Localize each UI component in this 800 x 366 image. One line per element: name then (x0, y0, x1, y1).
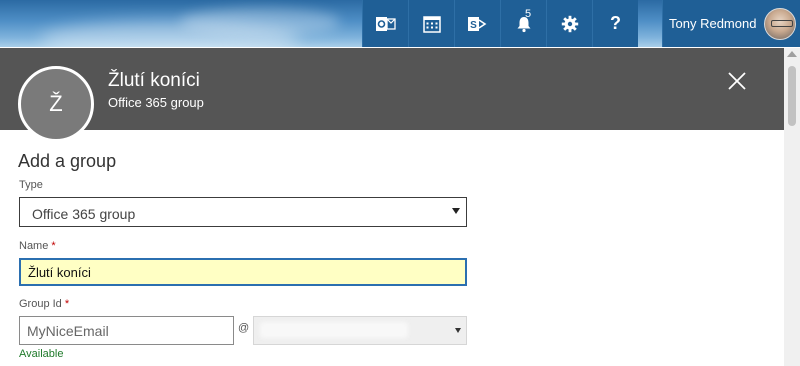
at-sign: @ (238, 322, 250, 334)
settings-button[interactable] (546, 0, 592, 47)
avatar (764, 7, 797, 40)
scroll-thumb[interactable] (788, 66, 796, 126)
redacted-domain (260, 322, 408, 338)
user-menu[interactable]: Tony Redmond (662, 0, 800, 47)
form-heading: Add a group (18, 151, 117, 171)
notifications-button[interactable]: 5 (500, 0, 546, 47)
name-input[interactable]: Žlutí koníci (19, 258, 467, 286)
type-label: Type (19, 179, 43, 191)
domain-select[interactable] (253, 316, 467, 345)
close-icon (726, 72, 748, 96)
required-marker: * (51, 240, 56, 252)
calendar-icon (422, 15, 441, 33)
dropdown-arrow-icon (452, 208, 460, 214)
group-id-placeholder: MyNiceEmail (27, 323, 109, 339)
scroll-up-arrow-icon[interactable] (787, 51, 797, 57)
type-select[interactable]: Office 365 group (19, 197, 467, 227)
type-select-value: Office 365 group (32, 206, 136, 222)
availability-status: Available (19, 348, 64, 360)
sky-cloud (180, 8, 340, 36)
name-label: Name * (19, 240, 56, 252)
calendar-button[interactable] (408, 0, 454, 47)
help-icon: ? (610, 13, 621, 33)
gear-icon (561, 15, 579, 33)
scrollbar[interactable] (784, 48, 800, 366)
name-label-text: Name (19, 240, 49, 252)
suite-bar: S 5 ? Tony Redmond (0, 0, 800, 47)
suite-icons: S 5 ? (362, 0, 638, 47)
group-avatar: Ž (18, 66, 94, 142)
group-id-label: Group Id * (19, 298, 69, 310)
user-name: Tony Redmond (669, 16, 757, 31)
panel-subtitle: Office 365 group (108, 95, 204, 110)
dropdown-arrow-icon (455, 328, 461, 333)
svg-text:S: S (470, 20, 477, 31)
required-marker: * (64, 298, 70, 310)
name-input-value: Žlutí koníci (28, 265, 91, 280)
notification-count-badge: 5 (525, 8, 532, 20)
group-id-label-text: Group Id (19, 298, 62, 310)
panel-title: Žlutí koníci (108, 70, 200, 91)
close-button[interactable] (726, 70, 748, 92)
outlook-icon (375, 15, 396, 33)
outlook-button[interactable] (362, 0, 408, 47)
sharepoint-button[interactable]: S (454, 0, 500, 47)
help-button[interactable]: ? (592, 0, 638, 47)
group-id-input[interactable]: MyNiceEmail (19, 316, 234, 345)
sharepoint-icon: S (467, 15, 488, 33)
